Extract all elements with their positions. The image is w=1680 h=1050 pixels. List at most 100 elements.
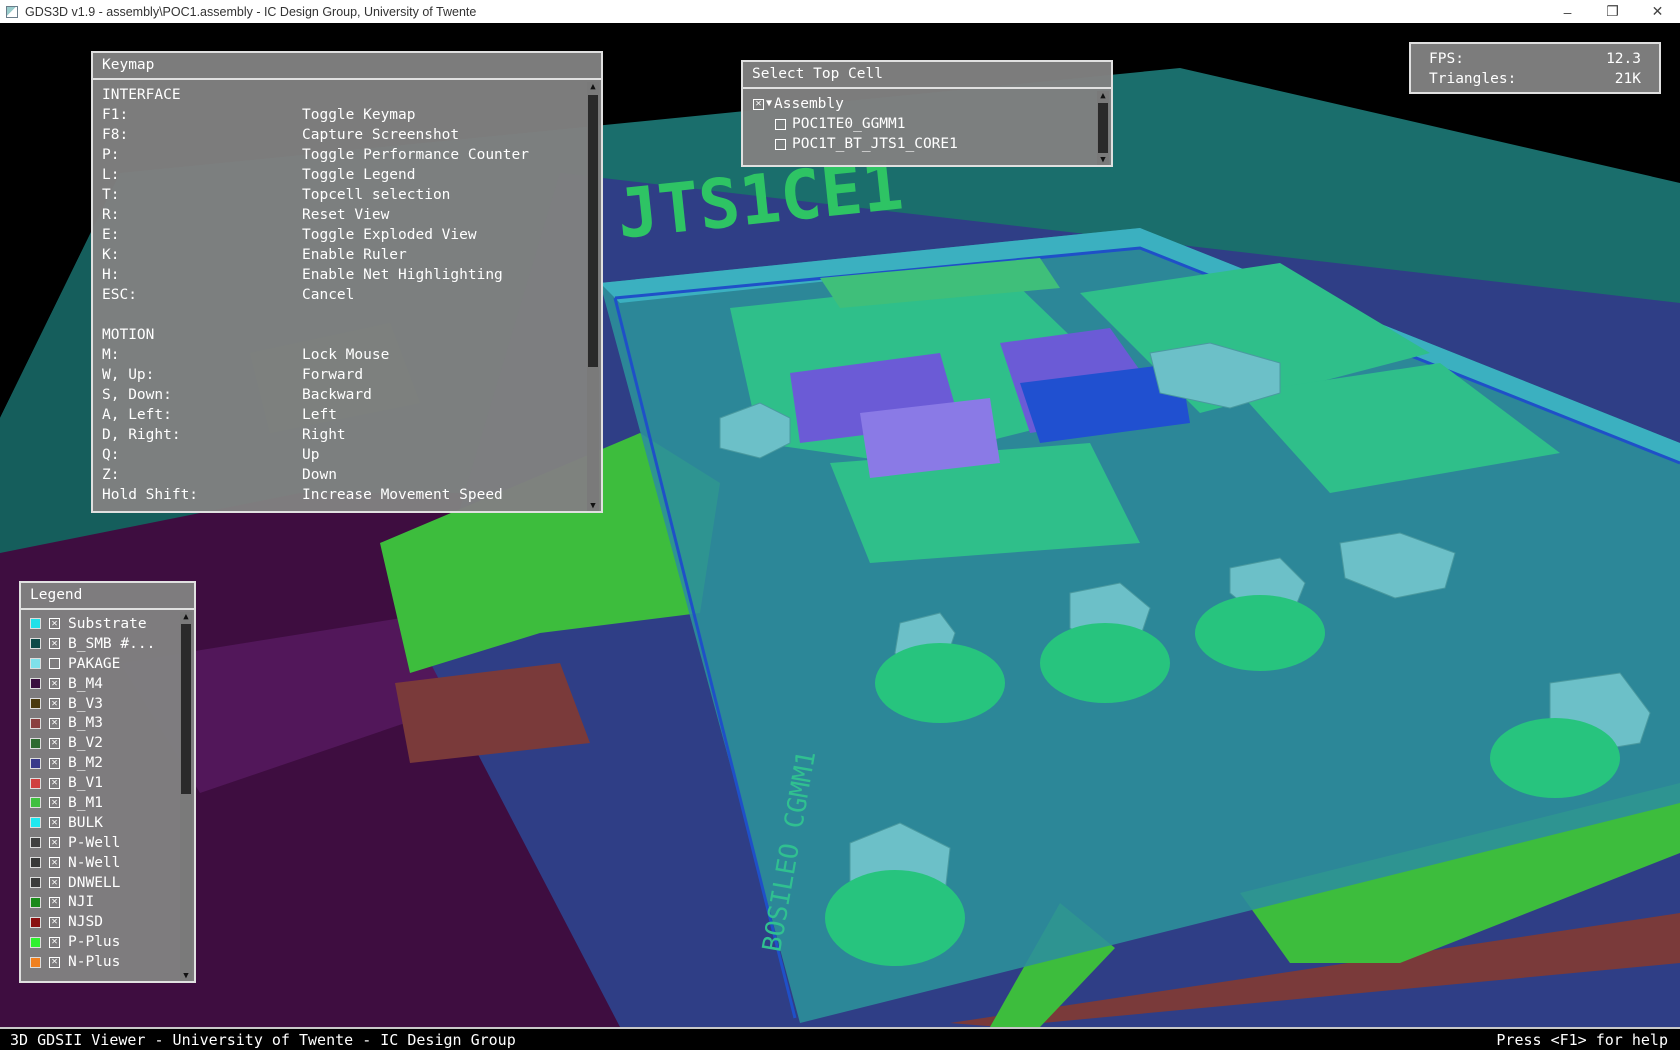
layer-color-swatch <box>30 877 41 889</box>
keymap-row: T: Topcell selection <box>102 185 529 205</box>
legend-layer-row[interactable]: ✕ B_M1 <box>30 793 155 813</box>
top-cell-item[interactable]: ✕ ▼ Assembly <box>753 94 958 114</box>
layer-visibility-checkbox[interactable]: ✕ <box>49 638 60 650</box>
keymap-scroll-thumb[interactable] <box>588 95 598 367</box>
layer-visibility-checkbox[interactable]: ✕ <box>49 817 60 829</box>
scroll-up-icon[interactable]: ▲ <box>180 612 192 622</box>
layer-visibility-checkbox[interactable]: ✕ <box>49 678 60 690</box>
layer-name: B_V2 <box>68 735 103 752</box>
layer-visibility-checkbox[interactable]: ✕ <box>49 797 60 809</box>
close-icon[interactable]: ✕ <box>1635 0 1680 23</box>
top-cell-scrollbar[interactable]: ▲ ▼ <box>1097 91 1109 165</box>
legend-layer-row[interactable]: ✕ B_SMB #... <box>30 634 155 654</box>
select-top-cell-title: Select Top Cell <box>743 62 1111 89</box>
layer-color-swatch <box>30 896 41 908</box>
layer-color-swatch <box>30 638 41 650</box>
keymap-row: Z: Down <box>102 465 529 485</box>
legend-scrollbar[interactable]: ▲ ▼ <box>180 612 192 981</box>
layer-name: P-Well <box>68 834 121 851</box>
minimize-icon[interactable]: – <box>1545 0 1590 23</box>
layer-color-swatch <box>30 797 41 809</box>
scroll-up-icon[interactable]: ▲ <box>1097 91 1109 101</box>
layer-visibility-checkbox[interactable]: ✕ <box>49 698 60 709</box>
legend-layer-row[interactable]: ✕ P-Well <box>30 833 155 853</box>
keymap-key: H: <box>102 267 120 283</box>
legend-layer-row[interactable]: ✕ P-Plus <box>30 932 155 952</box>
keymap-row: L: Toggle Legend <box>102 165 529 185</box>
legend-layer-row[interactable]: ✕ B_V3 <box>30 694 155 714</box>
legend-layer-row[interactable]: ✕ B_M3 <box>30 713 155 733</box>
legend-layer-row[interactable]: ✕ B_M2 <box>30 753 155 773</box>
layer-visibility-checkbox[interactable]: ✕ <box>49 877 60 889</box>
keymap-row: H: Enable Net Highlighting <box>102 265 529 285</box>
keymap-scrollbar[interactable]: ▲ ▼ <box>587 82 599 511</box>
keymap-action: Left <box>302 407 337 423</box>
legend-layer-row[interactable]: ✕ B_M4 <box>30 674 155 694</box>
select-top-cell-panel: Select Top Cell ✕ ▼ Assembly POC1TE0_GGMM1 P… <box>741 60 1113 167</box>
layer-visibility-checkbox[interactable]: ✕ <box>49 896 60 908</box>
layer-visibility-checkbox[interactable]: ✕ <box>49 956 60 968</box>
status-bar: 3D GDSII Viewer - University of Twente -… <box>0 1027 1680 1050</box>
legend-layer-row[interactable]: ✕ B_V1 <box>30 773 155 793</box>
top-cell-item[interactable]: POC1T_BT_JTS1_CORE1 <box>753 134 958 154</box>
status-help-hint: Press <F1> for help <box>1496 1031 1668 1049</box>
top-cell-checkbox[interactable] <box>775 118 786 130</box>
layer-name: BULK <box>68 814 103 831</box>
triangles-value: 21K <box>1614 71 1641 87</box>
layer-name: Substrate <box>68 615 147 632</box>
layer-name: DNWELL <box>68 874 121 891</box>
legend-layer-row[interactable]: ✕ BULK <box>30 813 155 833</box>
keymap-row <box>102 305 529 325</box>
top-cell-item[interactable]: POC1TE0_GGMM1 <box>753 114 958 134</box>
top-cell-checkbox[interactable]: ✕ <box>753 98 764 110</box>
keymap-key: Z: <box>102 467 120 483</box>
keymap-key: S, Down: <box>102 387 172 403</box>
top-cell-checkbox[interactable] <box>775 138 786 150</box>
layer-visibility-checkbox[interactable]: ✕ <box>49 837 60 849</box>
keymap-action: Toggle Legend <box>302 167 416 183</box>
top-cell-scroll-thumb[interactable] <box>1098 103 1108 153</box>
layer-visibility-checkbox[interactable]: ✕ <box>49 916 60 928</box>
layer-color-swatch <box>30 857 41 869</box>
layer-visibility-checkbox[interactable]: ✕ <box>49 757 60 769</box>
expand-triangle-icon[interactable]: ▼ <box>766 94 772 114</box>
layer-visibility-checkbox[interactable]: ✕ <box>49 737 60 749</box>
keymap-action: Reset View <box>302 207 390 223</box>
legend-layer-row[interactable]: ✕ NJSD <box>30 912 155 932</box>
layer-visibility-checkbox[interactable]: ✕ <box>49 717 60 729</box>
layer-name: B_M1 <box>68 794 103 811</box>
legend-layer-row[interactable]: ✕ Substrate <box>30 614 155 634</box>
via-ring <box>1490 718 1620 798</box>
layer-visibility-checkbox[interactable] <box>49 658 60 670</box>
legend-scroll-thumb[interactable] <box>181 624 191 794</box>
restore-icon[interactable]: ❐ <box>1590 0 1635 23</box>
legend-layer-row[interactable]: ✕ N-Plus <box>30 952 155 972</box>
status-left: 3D GDSII Viewer - University of Twente -… <box>10 1031 516 1049</box>
scroll-down-icon[interactable]: ▼ <box>1097 155 1109 165</box>
layer-visibility-checkbox[interactable]: ✕ <box>49 936 60 948</box>
keymap-row: ESC: Cancel <box>102 285 529 305</box>
top-cell-label: Assembly <box>774 96 844 112</box>
legend-layer-row[interactable]: ✕ N-Well <box>30 853 155 873</box>
keymap-action: Enable Net Highlighting <box>302 267 503 283</box>
legend-layer-row[interactable]: PAKAGE <box>30 654 155 674</box>
layer-visibility-checkbox[interactable]: ✕ <box>49 618 60 630</box>
keymap-action: Up <box>302 447 320 463</box>
scroll-down-icon[interactable]: ▼ <box>587 501 599 511</box>
keymap-row: F8: Capture Screenshot <box>102 125 529 145</box>
keymap-key: INTERFACE <box>102 87 181 103</box>
scroll-down-icon[interactable]: ▼ <box>180 971 192 981</box>
layer-color-swatch <box>30 678 41 690</box>
legend-layer-row[interactable]: ✕ NJI <box>30 892 155 912</box>
keymap-action: Toggle Keymap <box>302 107 416 123</box>
keymap-row: INTERFACE <box>102 85 529 105</box>
layer-visibility-checkbox[interactable]: ✕ <box>49 857 60 869</box>
triangles-label: Triangles: <box>1429 71 1517 87</box>
keymap-row: W, Up: Forward <box>102 365 529 385</box>
legend-layer-row[interactable]: ✕ B_V2 <box>30 733 155 753</box>
legend-layer-row[interactable]: ✕ DNWELL <box>30 873 155 893</box>
keymap-key <box>102 305 302 325</box>
layer-visibility-checkbox[interactable]: ✕ <box>49 777 60 789</box>
scroll-up-icon[interactable]: ▲ <box>587 82 599 92</box>
keymap-action: Enable Ruler <box>302 247 407 263</box>
